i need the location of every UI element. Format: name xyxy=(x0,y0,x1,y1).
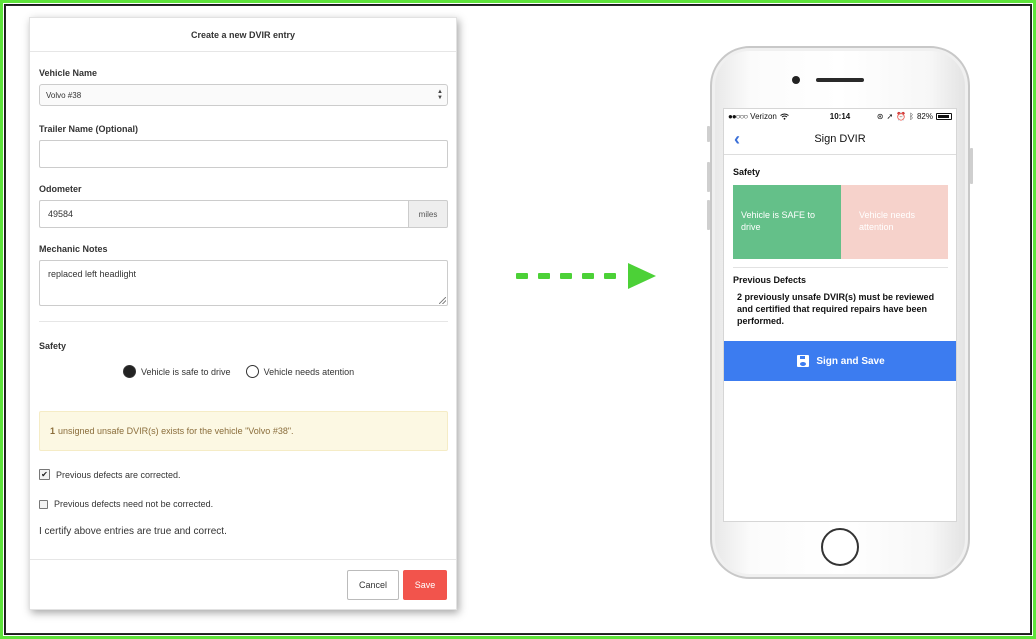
battery-icon xyxy=(936,112,952,120)
phone-speaker xyxy=(816,78,864,82)
previous-defects-text: 2 previously unsafe DVIR(s) must be revi… xyxy=(737,292,935,326)
select-arrows-icon: ▲ ▼ xyxy=(437,89,443,101)
certify-text: I certify above entries are true and cor… xyxy=(39,526,227,537)
radio-needs-attention[interactable] xyxy=(245,365,259,378)
checkbox-row-not-corrected: Previous defects need not be corrected. xyxy=(39,499,213,509)
mechanic-notes-textarea[interactable]: replaced left headlight xyxy=(39,260,448,306)
vehicle-name-select[interactable]: Volvo #38 ▲ ▼ xyxy=(39,84,448,106)
nav-title: Sign DVIR xyxy=(814,132,866,145)
status-bar: ●●○○○ Verizon 10:14 ⊛ ➚ ⏰ ᛒ 82% xyxy=(724,109,956,123)
vehicle-name-label: Vehicle Name xyxy=(39,68,98,78)
unsigned-dvir-warning: 1 unsigned unsafe DVIR(s) exists for the… xyxy=(39,411,448,451)
dashed-arrow-icon xyxy=(516,263,656,289)
battery-percent: 82% xyxy=(916,111,933,121)
safe-to-drive-tile[interactable]: Vehicle is SAFE to drive xyxy=(733,185,841,259)
nav-bar: ‹ Sign DVIR xyxy=(724,123,956,155)
checkbox-corrected[interactable]: ✔ xyxy=(39,469,50,480)
sign-and-save-button[interactable]: Sign and Save xyxy=(724,341,956,381)
phone-power-button xyxy=(970,148,973,184)
mobile-divider xyxy=(733,267,948,268)
safety-label: Safety xyxy=(39,341,67,351)
phone-screen: ●●○○○ Verizon 10:14 ⊛ ➚ ⏰ ᛒ 82% ‹ Sign D… xyxy=(723,108,957,522)
cancel-button[interactable]: Cancel xyxy=(347,570,399,600)
mechanic-notes-value: replaced left headlight xyxy=(48,269,137,279)
phone-camera xyxy=(792,76,800,84)
resize-grip-icon[interactable] xyxy=(439,297,446,304)
dvir-form-card: Create a new DVIR entry Vehicle Name Vol… xyxy=(29,17,457,610)
safety-radio-group: Vehicle is safe to drive Vehicle needs a… xyxy=(123,365,369,378)
bluetooth-icon: ᛒ xyxy=(909,111,914,121)
sign-and-save-label: Sign and Save xyxy=(816,355,885,367)
needs-attention-tile[interactable]: Vehicle needs attention xyxy=(841,185,948,259)
rotation-lock-icon: ⊛ xyxy=(876,111,884,121)
location-icon: ➚ xyxy=(886,111,894,121)
warning-count: 1 xyxy=(50,426,56,436)
odometer-group: 49584 miles xyxy=(39,200,448,228)
floppy-save-icon xyxy=(797,355,810,367)
checkbox-not-corrected[interactable] xyxy=(39,499,48,509)
form-divider xyxy=(39,321,448,322)
alarm-icon: ⏰ xyxy=(896,111,907,121)
radio-attention-label: Vehicle needs atention xyxy=(263,366,355,377)
phone-mute-switch xyxy=(707,126,710,142)
checkbox-corrected-label: Previous defects are corrected. xyxy=(56,469,181,480)
vehicle-name-value: Volvo #38 xyxy=(46,90,82,100)
trailer-name-input[interactable] xyxy=(39,140,448,168)
odometer-label: Odometer xyxy=(39,184,82,194)
trailer-name-label: Trailer Name (Optional) xyxy=(39,124,139,134)
checkbox-not-corrected-label: Previous defects need not be corrected. xyxy=(54,499,214,509)
checkbox-row-corrected: ✔ Previous defects are corrected. xyxy=(39,469,181,480)
previous-defects-title: Previous Defects xyxy=(733,275,807,285)
warning-text: unsigned unsafe DVIR(s) exists for the v… xyxy=(58,426,294,436)
form-title: Create a new DVIR entry xyxy=(30,18,456,52)
phone-volume-up xyxy=(707,162,710,192)
back-chevron-icon[interactable]: ‹ xyxy=(734,129,740,150)
phone-volume-down xyxy=(707,200,710,230)
radio-safe-label: Vehicle is safe to drive xyxy=(141,366,231,377)
home-button[interactable] xyxy=(821,528,859,566)
odometer-input[interactable]: 49584 xyxy=(39,200,408,228)
radio-safe-to-drive[interactable] xyxy=(123,365,136,378)
mechanic-notes-label: Mechanic Notes xyxy=(39,244,108,254)
status-right: ⊛ ➚ ⏰ ᛒ 82% xyxy=(877,112,952,121)
mobile-safety-label: Safety xyxy=(733,167,761,177)
save-button[interactable]: Save xyxy=(403,570,447,600)
phone-mockup: ●●○○○ Verizon 10:14 ⊛ ➚ ⏰ ᛒ 82% ‹ Sign D… xyxy=(707,46,973,579)
form-footer: Cancel Save xyxy=(30,559,456,609)
odometer-unit: miles xyxy=(408,200,448,228)
